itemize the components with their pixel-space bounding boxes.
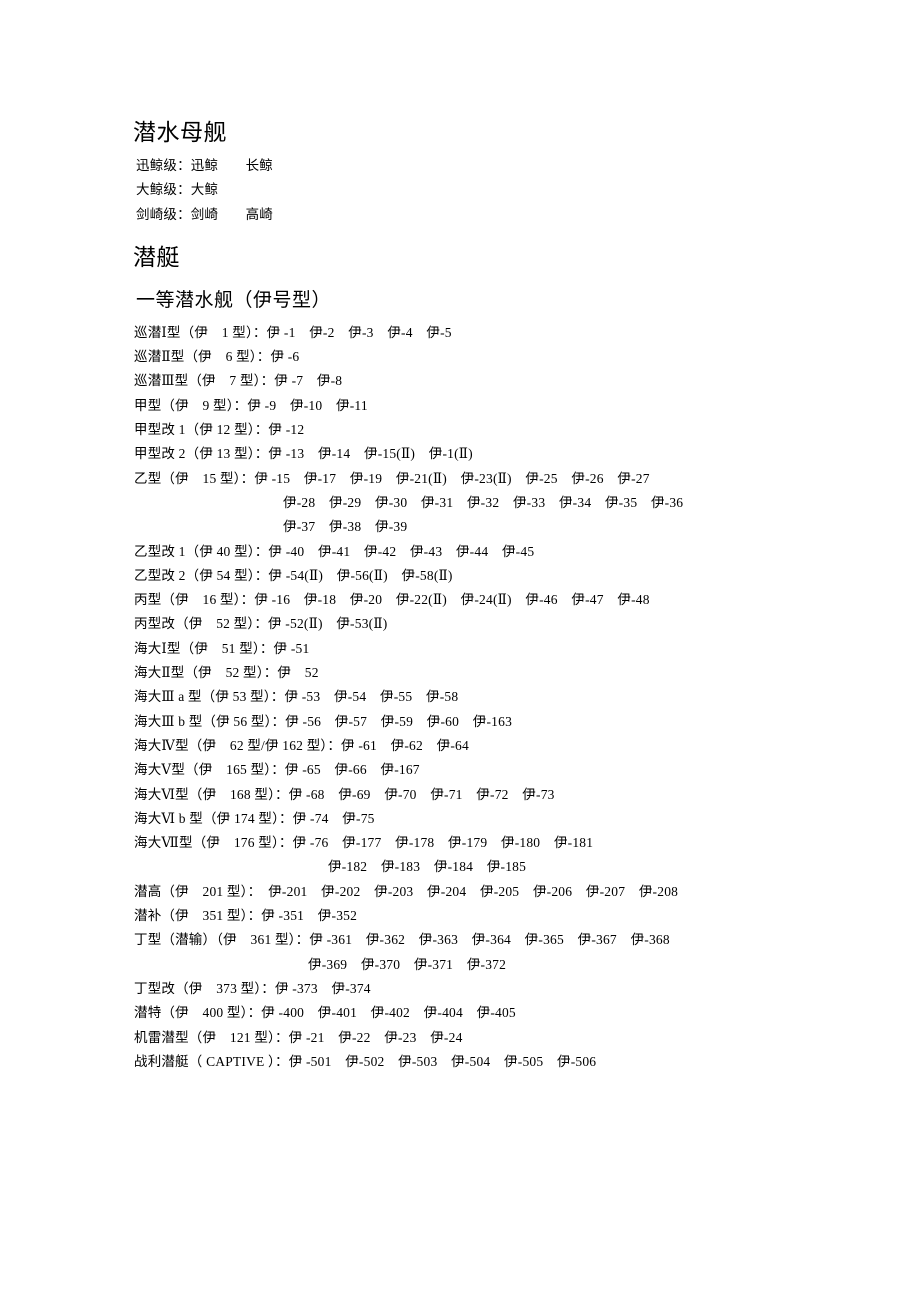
submarine-class-line: 机雷潜型（伊 121 型）：伊 -21 伊-22 伊-23 伊-24 <box>134 1029 463 1045</box>
submarine-class-line: 海大Ⅶ型（伊 176 型）：伊 -76 伊-177 伊-178 伊-179 伊-… <box>134 835 594 851</box>
submarine-class-line-continuation: 伊-37 伊-38 伊-39 <box>283 519 408 535</box>
submarine-class-line: 巡潜Ⅱ型（伊 6 型）：伊 -6 <box>134 349 300 365</box>
submarine-class-line: 丙型（伊 16 型）：伊 -16 伊-18 伊-20 伊-22(Ⅱ) 伊-24(… <box>134 592 650 608</box>
submarine-class-line: 海大Ⅱ型（伊 52 型）：伊 52 <box>134 665 319 681</box>
submarine-tender-list: 迅鲸级：迅鲸 长鲸 大鲸级：大鲸 剑崎级：剑崎 高崎 <box>133 154 830 227</box>
submarine-class-line: 潜补（伊 351 型）：伊 -351 伊-352 <box>134 908 358 924</box>
submarine-class-line: 甲型改 1（伊 12 型）：伊 -12 <box>134 422 305 438</box>
submarine-class-line: 海大Ⅵ b 型（伊 174 型）：伊 -74 伊-75 <box>134 810 375 826</box>
submarine-class-line: 海大Ⅲ a 型（伊 53 型）：伊 -53 伊-54 伊-55 伊-58 <box>134 689 459 705</box>
section-heading-submarine-tenders: 潜水母舰 <box>133 120 227 145</box>
submarine-class-line: 丙型改（伊 52 型）：伊 -52(Ⅱ) 伊-53(Ⅱ) <box>134 616 388 632</box>
submarine-class-line: 丁型改（伊 373 型）：伊 -373 伊-374 <box>134 980 371 996</box>
section-heading-submarines: 潜艇 <box>133 244 180 270</box>
submarine-class-line: 海大Ⅴ型（伊 165 型）：伊 -65 伊-66 伊-167 <box>134 762 420 778</box>
submarine-class-line: 海大Ⅵ型（伊 168 型）：伊 -68 伊-69 伊-70 伊-71 伊-72 … <box>134 786 555 802</box>
submarine-class-line: 战利潜艇（ CAPTIVE ）：伊 -501 伊-502 伊-503 伊-504… <box>134 1053 597 1069</box>
tender-line: 大鲸级：大鲸 <box>136 182 219 198</box>
submarine-class-line: 甲型改 2（伊 13 型）：伊 -13 伊-14 伊-15(Ⅱ) 伊-1(Ⅱ) <box>134 446 473 462</box>
document-page: 潜水母舰 迅鲸级：迅鲸 长鲸 大鲸级：大鲸 剑崎级：剑崎 高崎 潜艇 一等潜水舰… <box>0 0 920 1303</box>
submarine-class-line-continuation: 伊-369 伊-370 伊-371 伊-372 <box>308 956 507 972</box>
tender-line: 迅鲸级：迅鲸 长鲸 <box>136 158 273 173</box>
submarine-class-line: 海大Ⅲ b 型（伊 56 型）：伊 -56 伊-57 伊-59 伊-60 伊-1… <box>134 713 513 729</box>
submarine-class-line: 海大Ⅳ型（伊 62 型/伊 162 型）：伊 -61 伊-62 伊-64 <box>134 737 469 753</box>
submarine-class-line: 巡潜Ⅰ型（伊 1 型）：伊 -1 伊-2 伊-3 伊-4 伊-5 <box>134 324 452 340</box>
submarine-class-line: 潜高（伊 201 型）： 伊-201 伊-202 伊-203 伊-204 伊-2… <box>134 883 679 899</box>
submarine-class-line: 甲型（伊 9 型）：伊 -9 伊-10 伊-11 <box>134 397 368 413</box>
tender-line: 剑崎级：剑崎 高崎 <box>136 206 273 222</box>
submarine-class-line: 潜特（伊 400 型）：伊 -400 伊-401 伊-402 伊-404 伊-4… <box>134 1005 516 1021</box>
subsection-heading-first-class-submarines: 一等潜水舰（伊号型） <box>136 289 332 311</box>
submarine-class-line: 海大Ⅰ型（伊 51 型）：伊 -51 <box>134 640 310 656</box>
submarine-class-line: 巡潜Ⅲ型（伊 7 型）：伊 -7 伊-8 <box>134 373 343 389</box>
submarine-class-line: 乙型（伊 15 型）：伊 -15 伊-17 伊-19 伊-21(Ⅱ) 伊-23(… <box>134 470 650 486</box>
submarine-class-line: 乙型改 2（伊 54 型）：伊 -54(Ⅱ) 伊-56(Ⅱ) 伊-58(Ⅱ) <box>134 567 453 583</box>
submarine-class-list: 巡潜Ⅰ型（伊 1 型）：伊 -1 伊-2 伊-3 伊-4 伊-5 巡潜Ⅱ型（伊 … <box>133 321 830 1074</box>
submarine-class-line-continuation: 伊-28 伊-29 伊-30 伊-31 伊-32 伊-33 伊-34 伊-35 … <box>283 494 684 510</box>
submarine-class-line: 丁型（潜输）（伊 361 型）：伊 -361 伊-362 伊-363 伊-364… <box>134 932 670 948</box>
submarine-class-line-continuation: 伊-182 伊-183 伊-184 伊-185 <box>328 859 527 875</box>
submarine-class-line: 乙型改 1（伊 40 型）：伊 -40 伊-41 伊-42 伊-43 伊-44 … <box>134 543 535 559</box>
